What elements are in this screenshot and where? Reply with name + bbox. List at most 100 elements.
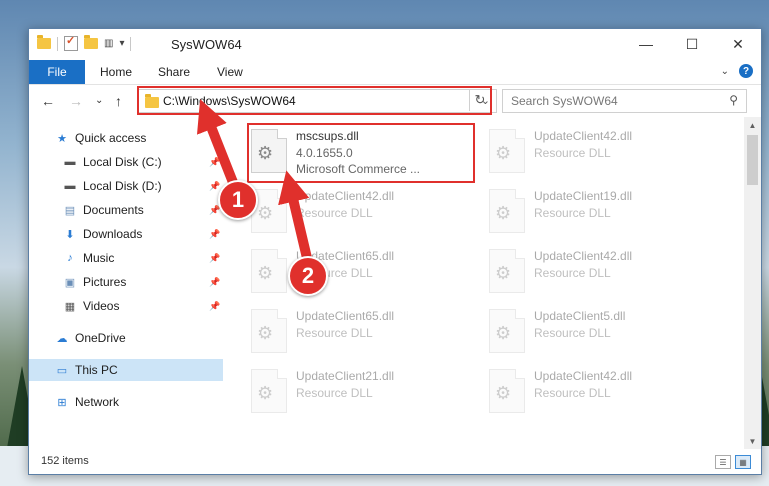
minimize-button[interactable]: —	[623, 29, 669, 59]
sidebar-item-pictures[interactable]: ▣ Pictures 📌	[29, 271, 223, 293]
list-item[interactable]: ⚙ UpdateClient42.dll Resource DLL	[489, 365, 719, 419]
sidebar-item-label: Network	[75, 395, 120, 409]
file-type: Resource DLL	[534, 146, 611, 160]
file-type: Resource DLL	[296, 206, 373, 220]
dll-file-icon: ⚙	[489, 249, 525, 293]
recent-locations-button[interactable]: ⌄	[95, 95, 103, 106]
scroll-up-button[interactable]: ▲	[744, 117, 761, 133]
file-name: UpdateClient21.dll	[296, 369, 395, 383]
sidebar-item-onedrive[interactable]: ☁ OneDrive	[29, 327, 223, 349]
sidebar-item-label: Documents	[83, 203, 144, 217]
gear-icon: ⚙	[495, 143, 512, 163]
star-icon: ★	[57, 132, 67, 145]
scroll-thumb[interactable]	[747, 135, 758, 185]
maximize-button[interactable]: ☐	[669, 29, 715, 59]
list-item[interactable]: ⚙ UpdateClient21.dll Resource DLL	[251, 365, 481, 419]
sidebar-item-local-disk-c[interactable]: ▬ Local Disk (C:) 📌	[29, 151, 223, 173]
sidebar-item-this-pc[interactable]: ▭ This PC	[29, 359, 223, 381]
file-type: Resource DLL	[534, 326, 611, 340]
list-item[interactable]: ⚙ UpdateClient65.dll Resource DLL	[251, 305, 481, 359]
tab-share[interactable]: Share	[158, 65, 190, 79]
divider	[130, 36, 132, 51]
vertical-scrollbar[interactable]: ▲ ▼	[744, 117, 761, 449]
explorer-window: ▥ ▾ SysWOW64 — ☐ ✕ File Home Share View …	[28, 28, 762, 475]
pin-icon: 📌	[209, 180, 221, 191]
folder-icon	[145, 94, 159, 108]
ribbon-tabs: File Home Share View ⌄ ?	[29, 60, 761, 85]
tab-home[interactable]: Home	[100, 65, 132, 79]
navigation-pane: ★ Quick access ▬ Local Disk (C:) 📌 ▬ Loc…	[29, 122, 223, 452]
file-name: UpdateClient42.dll	[534, 129, 633, 143]
list-item[interactable]: ⚙ UpdateClient42.dll Resource DLL	[489, 125, 719, 179]
list-item[interactable]: ⚙ UpdateClient42.dll Resource DLL	[489, 245, 719, 299]
title-bar: ▥ ▾ SysWOW64 — ☐ ✕	[29, 29, 761, 60]
properties-icon[interactable]	[64, 34, 78, 51]
scroll-down-button[interactable]: ▼	[744, 433, 761, 449]
help-icon[interactable]: ?	[739, 64, 753, 78]
gear-icon: ⚙	[495, 203, 512, 223]
chevron-down-icon[interactable]: ▾	[119, 38, 124, 49]
file-name: UpdateClient65.dll	[296, 309, 395, 323]
tab-view[interactable]: View	[217, 65, 243, 79]
file-name: UpdateClient5.dll	[534, 309, 626, 323]
sidebar-item-network[interactable]: ⊞ Network	[29, 391, 223, 413]
file-name: UpdateClient42.dll	[534, 249, 633, 263]
close-button[interactable]: ✕	[715, 29, 761, 59]
navigation-bar: ← → ⌄ ↑ C:\Windows\SysWOW64 ⌄ ↻ Search S…	[29, 85, 761, 117]
large-icons-view-button[interactable]: ▦	[735, 455, 751, 469]
folder-icon	[37, 35, 51, 49]
sidebar-item-label: Local Disk (D:)	[83, 179, 162, 193]
expand-ribbon-icon[interactable]: ⌄	[721, 66, 729, 77]
step-badge-1: 1	[218, 180, 258, 220]
gear-icon: ⚙	[495, 263, 512, 283]
file-version: 4.0.1655.0	[296, 146, 353, 160]
address-bar[interactable]: C:\Windows\SysWOW64 ⌄	[138, 89, 497, 113]
drive-icon: ▬	[64, 180, 76, 192]
sidebar-item-downloads[interactable]: ⬇ Downloads 📌	[29, 223, 223, 245]
tab-file[interactable]: File	[29, 60, 85, 84]
new-folder-icon[interactable]	[84, 35, 98, 49]
up-button[interactable]: ↑	[115, 93, 122, 109]
gear-icon: ⚙	[257, 323, 274, 343]
videos-icon: ▦	[64, 300, 76, 313]
divider	[57, 36, 58, 51]
dll-file-icon: ⚙	[489, 309, 525, 353]
sidebar-item-local-disk-d[interactable]: ▬ Local Disk (D:) 📌	[29, 175, 223, 197]
sidebar-item-videos[interactable]: ▦ Videos 📌	[29, 295, 223, 317]
search-box[interactable]: Search SysWOW64 ⚲	[502, 89, 747, 113]
caption-buttons: — ☐ ✕	[623, 29, 761, 59]
documents-icon: ▤	[64, 204, 76, 217]
dll-file-icon: ⚙	[489, 189, 525, 233]
sidebar-item-label: Quick access	[75, 131, 147, 145]
list-item[interactable]: ⚙ UpdateClient5.dll Resource DLL	[489, 305, 719, 359]
search-icon[interactable]: ⚲	[729, 93, 738, 107]
back-button[interactable]: ←	[41, 93, 55, 109]
search-input[interactable]: Search SysWOW64	[511, 94, 618, 108]
sidebar-item-music[interactable]: ♪ Music 📌	[29, 247, 223, 269]
sidebar-item-quick-access[interactable]: ★ Quick access	[29, 127, 223, 149]
status-bar: 152 items ☰ ▦	[29, 450, 761, 474]
forward-button[interactable]: →	[69, 93, 83, 109]
address-path[interactable]: C:\Windows\SysWOW64	[163, 94, 296, 108]
list-item[interactable]: ⚙ UpdateClient19.dll Resource DLL	[489, 185, 719, 239]
list-item[interactable]: ⚙ UpdateClient42.dll Resource DLL	[251, 185, 481, 239]
drive-icon: ▬	[64, 156, 76, 168]
gear-icon: ⚙	[257, 383, 274, 403]
pin-icon: 📌	[209, 252, 221, 263]
list-item[interactable]: ⚙ UpdateClient65.dll Resource DLL	[251, 245, 481, 299]
pin-icon: 📌	[209, 276, 221, 287]
sidebar-item-documents[interactable]: ▤ Documents 📌	[29, 199, 223, 221]
file-name: UpdateClient42.dll	[296, 189, 395, 203]
details-view-button[interactable]: ☰	[715, 455, 731, 469]
refresh-button[interactable]: ↻	[469, 89, 490, 111]
file-type: Resource DLL	[296, 326, 373, 340]
sidebar-item-label: Music	[83, 251, 115, 265]
file-item-mscsups[interactable]: ⚙ mscsups.dll 4.0.1655.0 Microsoft Comme…	[251, 125, 481, 179]
dll-file-icon: ⚙	[251, 309, 287, 353]
sidebar-item-label: Videos	[83, 299, 120, 313]
view-options-icon[interactable]: ▥	[104, 38, 113, 49]
file-type: Resource DLL	[534, 206, 611, 220]
file-name: UpdateClient19.dll	[534, 189, 633, 203]
dll-file-icon: ⚙	[251, 129, 287, 173]
downloads-icon: ⬇	[65, 228, 75, 241]
